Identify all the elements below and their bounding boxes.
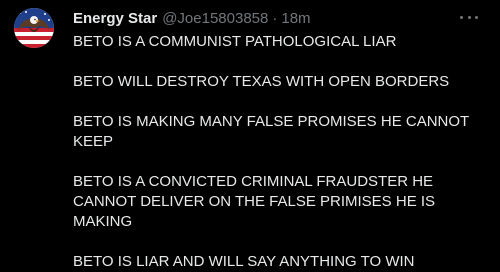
tweet-paragraph: BETO IS LIAR AND WILL SAY ANYTHING TO WI… (73, 253, 415, 270)
tweet[interactable]: Energy Star @Joe15803858 · 18m BETO IS A… (0, 0, 500, 270)
avatar[interactable] (14, 8, 54, 48)
tweet-paragraph: BETO WILL DESTROY TEXAS WITH OPEN BORDER… (73, 73, 450, 90)
tweet-paragraph: BETO IS A CONVICTED CRIMINAL FRAUDSTER H… (73, 173, 436, 230)
separator-dot: · (272, 9, 278, 27)
tweet-header: Energy Star @Joe15803858 · 18m (73, 8, 311, 28)
display-name[interactable]: Energy Star (73, 10, 157, 27)
tweet-text: BETO IS A COMMUNIST PATHOLOGICAL LIAR BE… (73, 32, 483, 272)
tweet-paragraph: BETO IS A COMMUNIST PATHOLOGICAL LIAR (73, 33, 397, 50)
more-horizontal-icon[interactable] (460, 10, 478, 24)
avatar-image (14, 8, 54, 48)
tweet-paragraph: BETO IS MAKING MANY FALSE PROMISES HE CA… (73, 113, 469, 150)
user-handle[interactable]: @Joe15803858 (162, 10, 268, 27)
timestamp[interactable]: 18m (281, 10, 310, 27)
